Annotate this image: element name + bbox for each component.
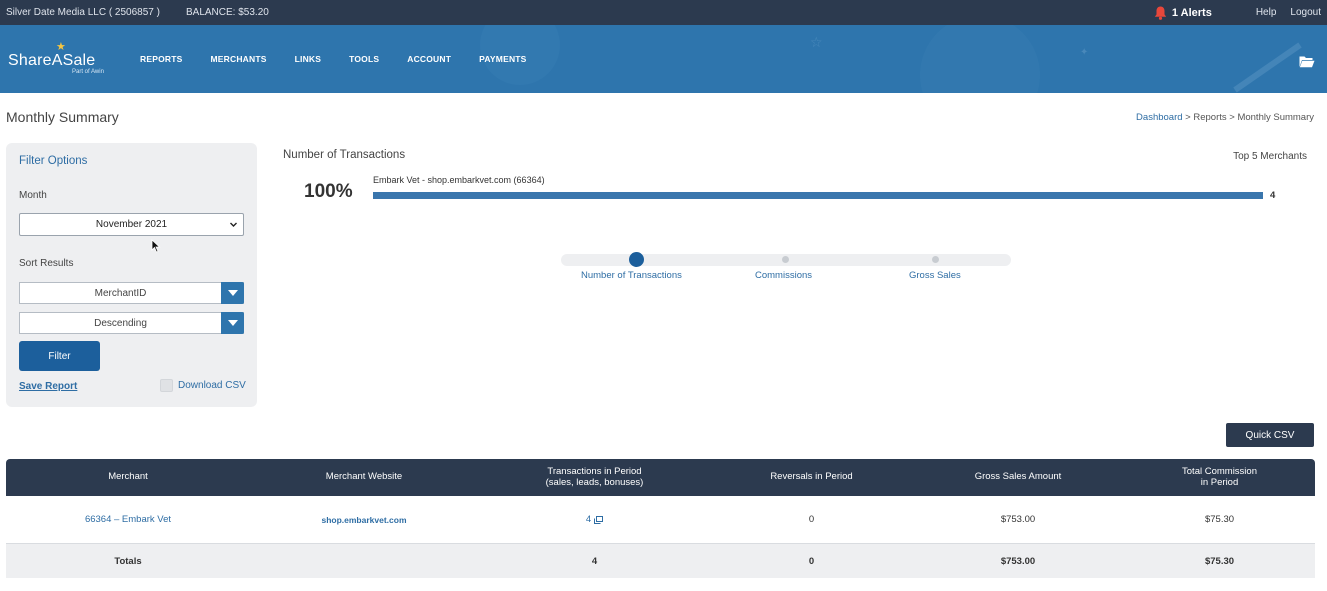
top5-label: Top 5 Merchants — [1233, 151, 1307, 162]
account-name: Silver Date Media LLC ( 2506857 ) — [6, 7, 160, 18]
quick-csv-button[interactable]: Quick CSV — [1226, 423, 1314, 447]
logo-subtext: Part of Awin — [72, 69, 104, 75]
nav-reports[interactable]: REPORTS — [140, 54, 183, 64]
dropdown-arrow-icon — [221, 312, 244, 334]
filter-title: Filter Options — [19, 155, 88, 167]
nav-merchants[interactable]: MERCHANTS — [211, 54, 267, 64]
reversals-value: 0 — [808, 514, 815, 525]
col-website[interactable]: Merchant Website — [250, 459, 478, 496]
totals-row: Totals 4 0 $753.00 $75.30 — [6, 544, 1315, 578]
commission-value: $75.30 — [1204, 514, 1235, 525]
main-nav: REPORTS MERCHANTS LINKS TOOLS ACCOUNT PA… — [140, 54, 555, 64]
step-dot-gross-sales[interactable] — [932, 256, 939, 263]
download-csv-checkbox[interactable] — [160, 379, 173, 392]
help-link[interactable]: Help — [1256, 7, 1277, 18]
balance: BALANCE: $53.20 — [185, 7, 269, 18]
step-commissions[interactable]: Commissions — [755, 270, 812, 281]
totals-label: Totals — [114, 555, 142, 567]
filter-button[interactable]: Filter — [19, 341, 100, 371]
svg-text:☆: ☆ — [810, 34, 823, 50]
alerts-link[interactable]: 1 Alerts — [1154, 6, 1212, 20]
folder-icon[interactable] — [1299, 55, 1315, 68]
svg-text:✦: ✦ — [1080, 47, 1088, 58]
logo-text: ShareASale — [8, 52, 96, 69]
popup-icon[interactable] — [594, 515, 604, 524]
totals-commission: $75.30 — [1204, 555, 1235, 567]
month-value: November 2021 — [95, 219, 168, 230]
download-csv-label: Download CSV — [178, 380, 246, 391]
main-header: ☆ ✦ ★ ShareASale Part of Awin REPORTS ME… — [0, 25, 1327, 93]
breadcrumb: Dashboard > Reports > Monthly Summary — [1136, 112, 1314, 123]
filter-panel: Filter Options Month November 2021 Sort … — [6, 143, 257, 407]
col-commission[interactable]: Total Commission in Period — [1124, 459, 1315, 496]
bar-label: Embark Vet - shop.embarkvet.com (66364) — [373, 175, 545, 185]
month-select[interactable]: November 2021 — [19, 213, 244, 236]
step-transactions[interactable]: Number of Transactions — [581, 270, 682, 281]
download-csv-option[interactable]: Download CSV — [160, 379, 246, 392]
bar-value: 4 — [1270, 190, 1276, 201]
top-bar: Silver Date Media LLC ( 2506857 ) BALANC… — [0, 0, 1327, 25]
table-header: Merchant Merchant Website Transactions i… — [6, 459, 1315, 496]
transactions-link[interactable]: 4 — [586, 514, 591, 525]
col-reversals[interactable]: Reversals in Period — [711, 459, 912, 496]
page-title: Monthly Summary — [6, 109, 119, 125]
logout-link[interactable]: Logout — [1290, 7, 1321, 18]
totals-gross: $753.00 — [1000, 555, 1036, 567]
step-gross-sales[interactable]: Gross Sales — [909, 270, 961, 281]
chart-title: Number of Transactions — [283, 149, 406, 161]
mouse-cursor-icon — [151, 239, 161, 253]
sort-field-value: MerchantID — [94, 287, 147, 299]
sort-field-select[interactable]: MerchantID — [19, 282, 244, 304]
bar-percent: 100% — [304, 181, 353, 202]
sort-label: Sort Results — [19, 258, 74, 269]
col-merchant[interactable]: Merchant — [6, 459, 250, 496]
col-transactions[interactable]: Transactions in Period (sales, leads, bo… — [478, 459, 711, 496]
totals-reversals: 0 — [808, 555, 815, 567]
gross-value: $753.00 — [1000, 514, 1036, 525]
totals-transactions: 4 — [591, 555, 598, 567]
breadcrumb-trail: > Reports > Monthly Summary — [1182, 112, 1314, 123]
save-report-link[interactable]: Save Report — [19, 381, 77, 392]
chart-bar — [373, 192, 1263, 199]
sort-order-value: Descending — [94, 317, 147, 329]
step-dot-commissions[interactable] — [782, 256, 789, 263]
breadcrumb-dashboard[interactable]: Dashboard — [1136, 112, 1182, 123]
website-link[interactable]: shop.embarkvet.com — [321, 515, 406, 525]
col-gross-sales[interactable]: Gross Sales Amount — [912, 459, 1124, 496]
nav-tools[interactable]: TOOLS — [349, 54, 379, 64]
nav-links[interactable]: LINKS — [295, 54, 322, 64]
shareasale-logo[interactable]: ★ ShareASale Part of Awin — [0, 41, 140, 75]
star-icon: ★ — [56, 41, 66, 53]
chevron-down-icon — [230, 222, 237, 227]
dropdown-arrow-icon — [221, 282, 244, 304]
nav-account[interactable]: ACCOUNT — [407, 54, 451, 64]
month-label: Month — [19, 190, 47, 201]
summary-table: Merchant Merchant Website Transactions i… — [6, 459, 1315, 578]
alerts-label: 1 Alerts — [1171, 6, 1212, 19]
nav-payments[interactable]: PAYMENTS — [479, 54, 526, 64]
totals-website — [250, 544, 478, 578]
merchant-link[interactable]: 66364 – Embark Vet — [85, 514, 171, 525]
bell-icon — [1154, 6, 1167, 20]
step-dot-transactions[interactable] — [629, 252, 644, 267]
table-row: 66364 – Embark Vet shop.embarkvet.com 4 … — [6, 496, 1315, 544]
sort-order-select[interactable]: Descending — [19, 312, 244, 334]
